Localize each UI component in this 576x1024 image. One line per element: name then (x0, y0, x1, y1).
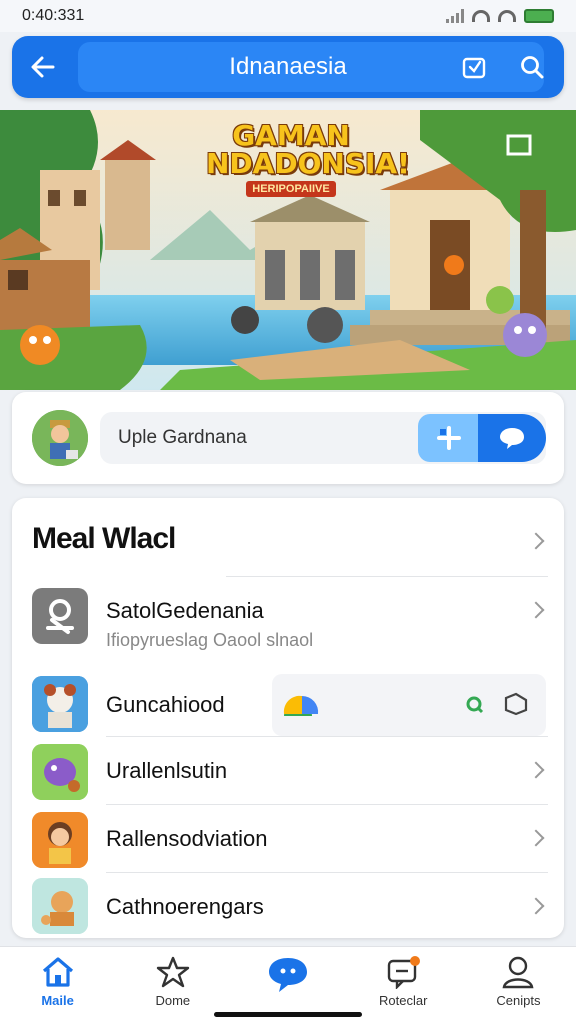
list-item-title: Guncahiood (106, 692, 225, 717)
wifi-icon-secondary (498, 10, 516, 22)
star-icon (156, 956, 189, 988)
inline-field-icons (283, 692, 528, 716)
character-thumbnail (32, 878, 88, 934)
add-friend-button[interactable] (418, 414, 480, 462)
nav-item-notifications[interactable]: Roteclar (346, 947, 461, 1024)
notification-icon (388, 956, 421, 989)
chevron-right-icon (527, 761, 545, 779)
user-name: Uple Gardnana (118, 427, 247, 448)
inline-input-field[interactable] (272, 674, 546, 736)
battery-icon (524, 9, 554, 23)
avatar[interactable] (32, 410, 88, 466)
hero-banner[interactable]: GAMAN NDADONSIA! HERIPOPAIIVE (0, 110, 576, 390)
nav-item-profile[interactable]: Cenipts (461, 947, 576, 1024)
signal-icon (446, 9, 464, 23)
status-icons (446, 9, 554, 23)
game-logo-title-line2: NDADONSIA! (206, 147, 410, 180)
status-bar: 0:40:331 (0, 0, 576, 32)
speech-bubble-icon (500, 428, 524, 449)
list-item-title: Urallenlsutin (106, 758, 228, 783)
divider (226, 576, 548, 577)
menu-list-card: Meal Wlacl SatolGedenania Ifiopyrueslag … (12, 498, 564, 938)
user-card: Uple Gardnana (12, 392, 564, 484)
list-header: Meal Wlacl (32, 522, 176, 555)
plus-icon (437, 426, 461, 450)
nav-label: Dome (155, 993, 191, 1008)
nav-label: Maile (41, 993, 74, 1008)
divider (106, 736, 548, 737)
chevron-right-icon[interactable] (527, 532, 545, 550)
game-logo-title-line1: GAMAN (232, 119, 350, 152)
list-item-subtitle: Ifiopyrueslag Oaool slnaol (106, 630, 314, 650)
wifi-icon (472, 10, 490, 22)
chat-icon (269, 958, 307, 992)
list-item-title: Cathnoerengars (106, 894, 264, 919)
chevron-right-icon (527, 829, 545, 847)
chevron-right-icon (527, 897, 545, 915)
divider (106, 872, 548, 873)
game-logo-subtitle: HERIPOPAIIVE (246, 181, 336, 197)
profile-icon (502, 956, 534, 989)
search-icon[interactable] (518, 53, 546, 81)
list-item-title: SatolGedenania (106, 598, 264, 623)
nav-item-dome[interactable]: Dome (115, 947, 230, 1024)
app-bar-actions (460, 36, 546, 98)
back-button[interactable] (12, 36, 74, 98)
list-item-title: Rallensodviation (106, 826, 268, 851)
nav-label: Cenipts (496, 993, 541, 1008)
home-indicator[interactable] (214, 1012, 362, 1017)
monster-thumbnail (32, 744, 88, 800)
avatar-character-icon (32, 410, 88, 466)
nav-label: Roteclar (379, 993, 428, 1008)
message-button[interactable] (478, 414, 546, 462)
app-bar: Idnanaesia (12, 36, 564, 98)
back-arrow-icon (31, 56, 55, 78)
home-icon (42, 957, 73, 987)
chevron-right-icon (527, 601, 545, 619)
game-logo: GAMAN NDADONSIA! HERIPOPAIIVE (206, 119, 410, 197)
divider (106, 804, 548, 805)
character-thumbnail (32, 812, 88, 868)
share-icon[interactable] (460, 53, 488, 81)
puzzle-icon (32, 588, 88, 644)
nav-item-home[interactable]: Maile (0, 947, 115, 1024)
status-time: 0:40:331 (22, 7, 85, 24)
character-thumbnail (32, 676, 88, 732)
